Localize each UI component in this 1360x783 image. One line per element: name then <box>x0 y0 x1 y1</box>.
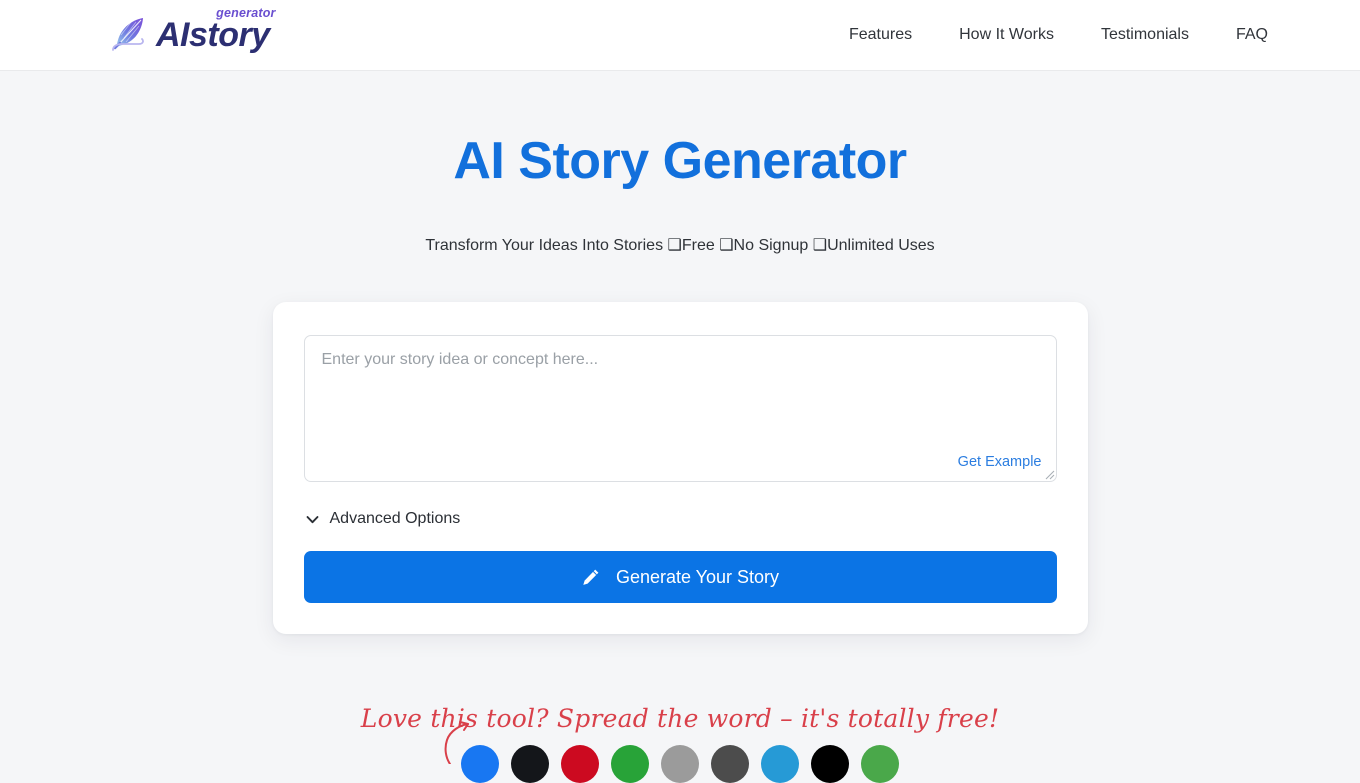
share-button-line[interactable] <box>861 745 899 783</box>
hero-subtitle: Transform Your Ideas Into Stories ❑Free … <box>425 236 935 254</box>
nav-item-how-it-works[interactable]: How It Works <box>959 26 1054 44</box>
story-generator-card: Get Example Advanced Options Generate Yo… <box>272 302 1088 635</box>
page-title: AI Story Generator <box>453 132 907 190</box>
feather-quill-icon <box>112 18 144 51</box>
share-button-telegram[interactable] <box>761 745 799 783</box>
hero-section: AI Story Generator Transform Your Ideas … <box>0 71 1360 257</box>
pencil-icon <box>583 569 599 585</box>
brand-logo[interactable]: AIstory generator <box>108 7 275 57</box>
share-button-whatsapp[interactable] <box>611 745 649 783</box>
advanced-options-toggle[interactable]: Advanced Options <box>304 510 1057 528</box>
share-buttons <box>0 745 1360 783</box>
nav-item-features[interactable]: Features <box>849 26 912 44</box>
nav-item-testimonials[interactable]: Testimonials <box>1101 26 1189 44</box>
share-button-pinterest[interactable] <box>561 745 599 783</box>
get-example-button[interactable]: Get Example <box>958 454 1042 470</box>
share-button-tiktok[interactable] <box>811 745 849 783</box>
share-button-x-twitter[interactable] <box>511 745 549 783</box>
nav-item-faq[interactable]: FAQ <box>1236 26 1268 44</box>
advanced-options-label: Advanced Options <box>329 510 461 528</box>
brand-name: AIstory generator <box>156 7 275 54</box>
story-input[interactable] <box>303 335 1057 483</box>
brand-superscript: generator <box>216 6 276 20</box>
generate-story-button[interactable]: Generate Your Story <box>303 551 1057 604</box>
share-section: Love this tool? Spread the word – it's t… <box>0 706 1360 783</box>
site-header: AIstory generator Features How It Works … <box>0 0 1360 71</box>
share-button-email[interactable] <box>711 745 749 783</box>
share-button-facebook[interactable] <box>461 745 499 783</box>
generate-story-label: Generate Your Story <box>615 566 780 587</box>
share-tagline: Love this tool? Spread the word – it's t… <box>360 704 1000 733</box>
brand-name-text: AIstory <box>156 16 270 54</box>
chevron-down-icon <box>306 515 318 523</box>
main-navigation: Features How It Works Testimonials FAQ <box>849 26 1268 44</box>
story-input-wrapper: Get Example <box>303 335 1057 483</box>
share-button-sms[interactable] <box>661 745 699 783</box>
